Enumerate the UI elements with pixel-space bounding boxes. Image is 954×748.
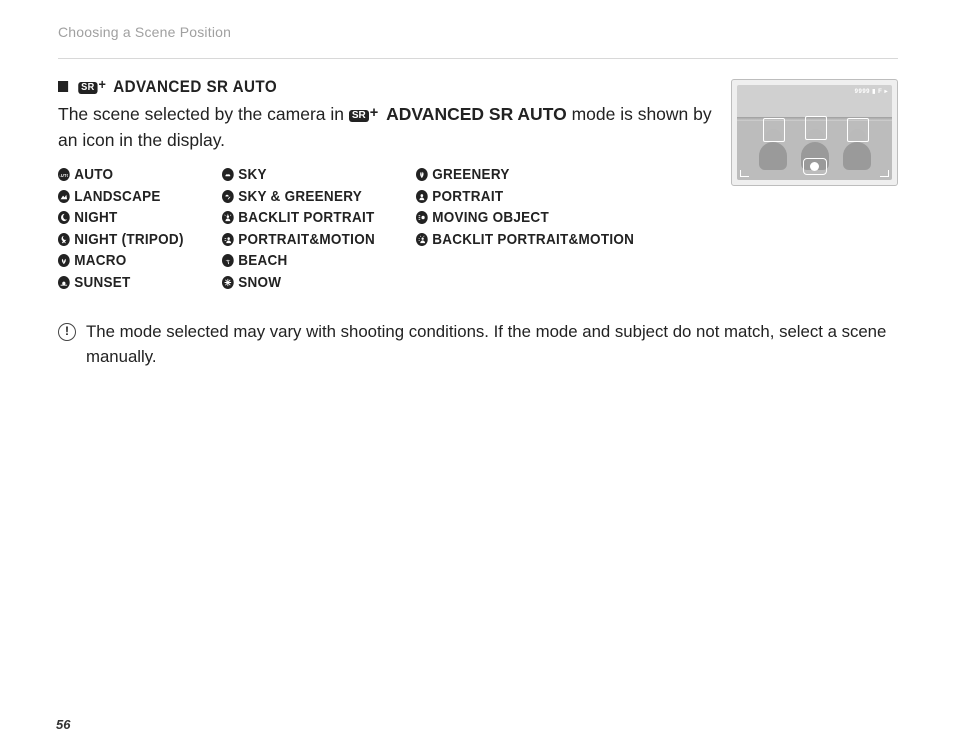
scene-label: GREENERY xyxy=(432,166,509,183)
night-icon xyxy=(58,211,70,224)
moving-object-icon xyxy=(416,211,428,224)
camera-display-illustration: 9999 ▮ F ▸ xyxy=(731,79,898,186)
scene-item-backlit-portrait: BACKLIT PORTRAIT xyxy=(222,209,375,226)
sr-badge-icon: SR xyxy=(78,82,97,94)
scene-label: LANDSCAPE xyxy=(74,188,160,205)
caution-note: ! The mode selected may vary with shooti… xyxy=(58,319,898,369)
display-overlay-text: 9999 ▮ F ▸ xyxy=(855,88,888,95)
page-number: 56 xyxy=(56,717,70,732)
corner-bracket-icon xyxy=(740,170,749,177)
scene-label: SUNSET xyxy=(74,274,130,291)
scene-item-macro: MACRO xyxy=(58,252,184,269)
face-detect-box xyxy=(805,116,827,140)
beach-icon xyxy=(222,254,234,267)
scene-label: PORTRAIT xyxy=(432,188,503,205)
sky-greenery-icon xyxy=(222,190,234,203)
intro-prefix: The scene selected by the camera in xyxy=(58,104,349,124)
corner-bracket-icon xyxy=(880,170,889,177)
landscape-icon xyxy=(58,190,70,203)
intro-bold: ADVANCED SR AUTO xyxy=(386,104,567,124)
sunset-icon xyxy=(58,276,70,289)
scene-item-greenery: GREENERY xyxy=(416,166,634,183)
scene-label: NIGHT xyxy=(74,209,117,226)
portrait-motion-icon xyxy=(222,233,234,246)
scene-label: BACKLIT PORTRAIT&MOTION xyxy=(432,231,634,248)
breadcrumb: Choosing a Scene Position xyxy=(58,24,898,40)
scene-item-night-tripod: NIGHT (TRIPOD) xyxy=(58,231,184,248)
scene-item-sky-greenery: SKY & GREENERY xyxy=(222,188,375,205)
auto-icon: AUTO xyxy=(58,168,70,181)
scene-item-portrait: PORTRAIT xyxy=(416,188,634,205)
scene-indicator-icon xyxy=(803,158,827,175)
scene-item-landscape: LANDSCAPE xyxy=(58,188,184,205)
section-title-text: ADVANCED SR AUTO xyxy=(113,78,277,96)
scene-label: MACRO xyxy=(74,252,126,269)
scene-label: BACKLIT PORTRAIT xyxy=(238,209,374,226)
scene-label: SKY xyxy=(238,166,267,183)
caution-text: The mode selected may vary with shooting… xyxy=(86,319,898,369)
scene-label: AUTO xyxy=(74,166,113,183)
plus-icon: + xyxy=(370,105,379,121)
portrait-icon xyxy=(416,190,428,203)
macro-icon xyxy=(58,254,70,267)
scene-label: SKY & GREENERY xyxy=(238,188,362,205)
scene-item-night: NIGHT xyxy=(58,209,184,226)
divider xyxy=(58,58,898,59)
intro-text: The scene selected by the camera in SR+ … xyxy=(58,101,715,154)
night-tripod-icon xyxy=(58,233,70,246)
scene-column: SKY SKY & GREENERY BACKLIT PORTRAIT PORT… xyxy=(222,162,392,296)
scene-item-sky: SKY xyxy=(222,166,375,183)
scene-item-beach: BEACH xyxy=(222,252,375,269)
caution-icon: ! xyxy=(58,323,76,341)
scene-label: SNOW xyxy=(238,274,281,291)
snow-icon xyxy=(222,276,234,289)
sr-badge-icon: SR xyxy=(349,110,369,122)
scene-item-snow: SNOW xyxy=(222,274,375,291)
scene-label: PORTRAIT&MOTION xyxy=(238,231,375,248)
greenery-icon xyxy=(416,168,428,181)
backlit-portrait-icon xyxy=(222,211,234,224)
scene-item-auto: AUTO AUTO xyxy=(58,166,184,183)
svg-text:AUTO: AUTO xyxy=(60,173,68,178)
scene-item-sunset: SUNSET xyxy=(58,274,184,291)
scene-column: AUTOAUTO LANDSCAPE NIGHT NIGHT (TRIPOD) … xyxy=(58,162,198,296)
scene-item-backlit-portrait-motion: BACKLIT PORTRAIT&MOTION xyxy=(416,231,634,248)
scene-item-moving-object: MOVING OBJECT xyxy=(416,209,634,226)
square-bullet-icon xyxy=(58,81,68,92)
scene-label: BEACH xyxy=(238,252,287,269)
face-detect-box xyxy=(847,118,869,142)
sky-icon xyxy=(222,168,234,181)
face-detect-box xyxy=(763,118,785,142)
plus-icon: + xyxy=(98,77,106,92)
scene-label: NIGHT (TRIPOD) xyxy=(74,231,184,248)
section-title: SR+ ADVANCED SR AUTO xyxy=(58,77,277,97)
scene-column: GREENERY PORTRAIT MOVING OBJECT BACKLIT … xyxy=(416,162,658,296)
scene-label: MOVING OBJECT xyxy=(432,209,549,226)
backlit-portrait-motion-icon xyxy=(416,233,428,246)
scene-item-portrait-motion: PORTRAIT&MOTION xyxy=(222,231,375,248)
scene-list: AUTOAUTO LANDSCAPE NIGHT NIGHT (TRIPOD) … xyxy=(58,162,715,296)
